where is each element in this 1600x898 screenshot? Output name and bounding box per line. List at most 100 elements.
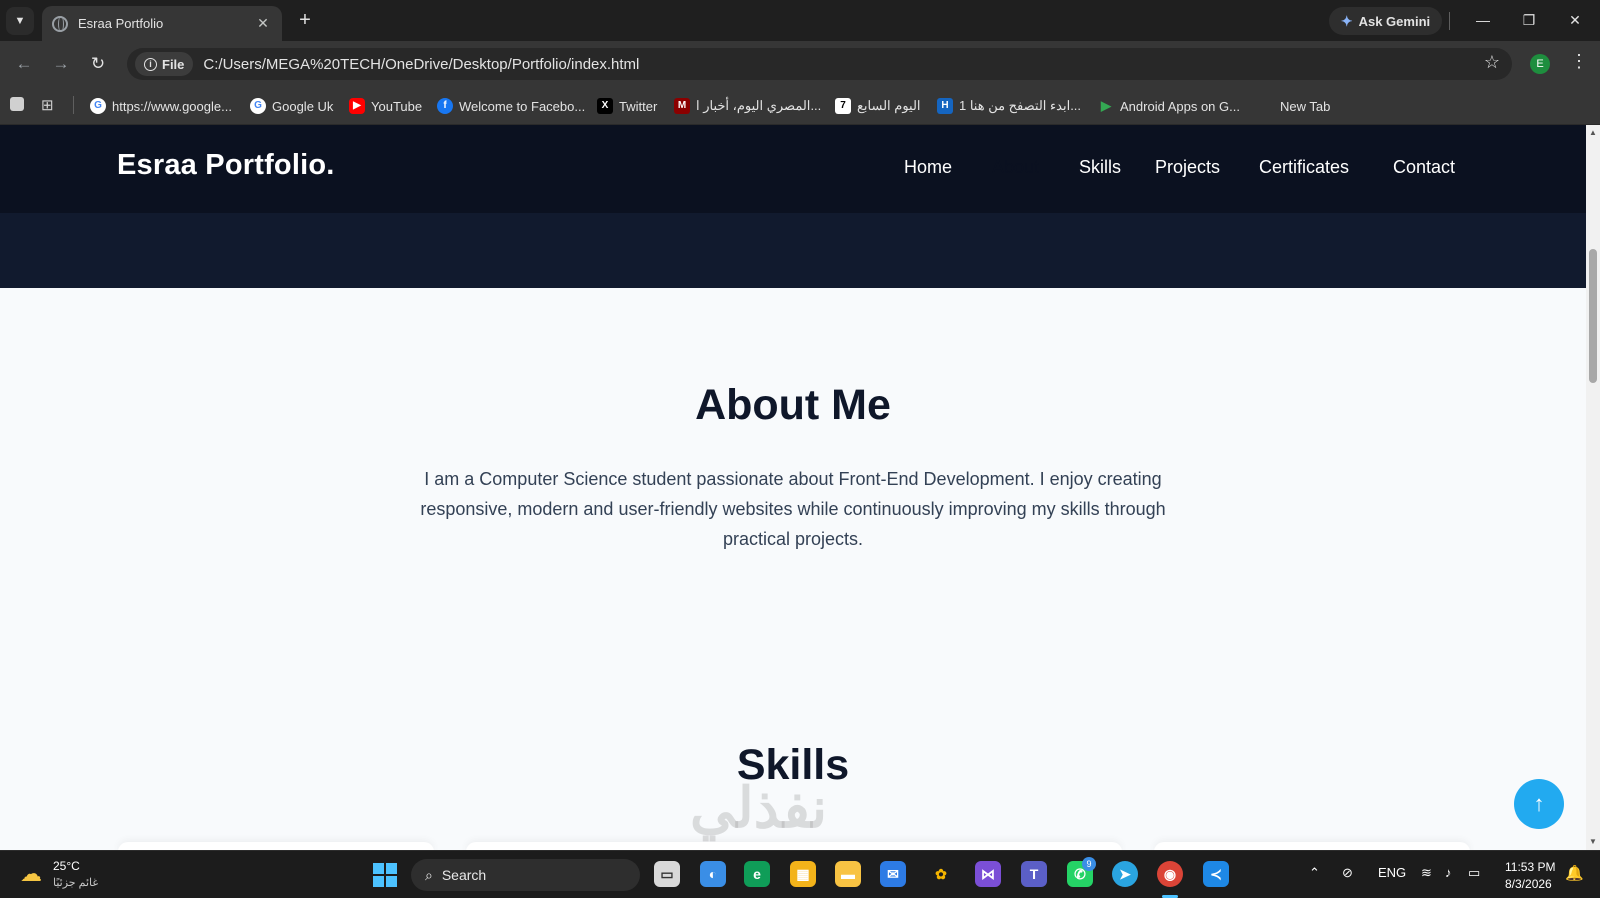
back-arrow-icon[interactable]: ← xyxy=(12,52,36,76)
tab-strip: ▼ Esraa Portfolio ✕ + ✦ Ask Gemini — ❐ ✕ xyxy=(0,0,1600,41)
bookmark-facebook[interactable]: f Welcome to Facebo... xyxy=(437,96,585,116)
chevron-down-icon: ▼ xyxy=(14,15,26,27)
scroll-to-top-button[interactable]: ↑ xyxy=(1514,779,1564,829)
nav-about[interactable]: About xyxy=(992,157,1039,178)
divider xyxy=(1449,12,1450,30)
chrome-icon[interactable]: ◉ xyxy=(1157,861,1183,887)
bookmark-google[interactable]: G https://www.google... xyxy=(90,96,232,116)
sidebar-toggle-icon[interactable] xyxy=(10,97,24,111)
bookmark-star-icon[interactable]: ☆ xyxy=(1484,52,1500,73)
minimize-button[interactable]: — xyxy=(1460,6,1506,34)
url-text[interactable]: C:/Users/MEGA%20TECH/OneDrive/Desktop/Po… xyxy=(203,56,639,73)
telegram-icon[interactable]: ➤ xyxy=(1112,861,1138,887)
nav-certificates[interactable]: Certificates xyxy=(1259,157,1349,178)
bookmark-label: المصري اليوم، أخبار ا... xyxy=(696,98,822,113)
clock-time[interactable]: 11:53 PM xyxy=(1505,860,1555,874)
new-tab-button[interactable]: + xyxy=(293,9,317,33)
bookmark-label: YouTube xyxy=(371,98,423,114)
nav-projects[interactable]: Projects xyxy=(1155,157,1220,178)
address-bar[interactable]: i File C:/Users/MEGA%20TECH/OneDrive/Des… xyxy=(127,48,1512,80)
site-info-chip[interactable]: i File xyxy=(135,52,194,76)
x-logo-icon: X xyxy=(597,98,613,114)
globe-icon xyxy=(52,15,68,32)
about-text: I am a Computer Science student passiona… xyxy=(420,469,1166,549)
battery-icon[interactable]: ▭ xyxy=(1468,865,1480,881)
wifi-icon[interactable]: ≋ xyxy=(1421,865,1432,881)
task-view-icon[interactable]: ▭ xyxy=(654,861,680,887)
onedrive-off-icon[interactable]: ⊘ xyxy=(1342,865,1353,881)
edge-icon[interactable]: e xyxy=(744,861,770,887)
skill-card xyxy=(1154,842,1470,850)
about-title: About Me xyxy=(695,381,891,429)
weather-description[interactable]: غائم جزئيًا xyxy=(53,876,98,889)
menu-kebab-icon[interactable]: ⋮ xyxy=(1570,51,1588,72)
vscode-icon[interactable]: ≺ xyxy=(1203,861,1229,887)
bookmarks-bar: ⊞ G https://www.google... G Google Uk ▶ … xyxy=(0,87,1600,125)
temperature[interactable]: 25°C xyxy=(53,859,80,873)
news-icon: 7 xyxy=(835,98,851,114)
browser-tab[interactable]: Esraa Portfolio ✕ xyxy=(42,6,282,41)
file-explorer-icon[interactable]: ▬ xyxy=(835,861,861,887)
restore-button[interactable]: ❐ xyxy=(1506,6,1552,34)
widgets-icon[interactable]: ◐ xyxy=(700,861,726,887)
ask-gemini-button[interactable]: ✦ Ask Gemini xyxy=(1329,7,1442,35)
bookmark-youtube[interactable]: ▶ YouTube xyxy=(349,96,422,116)
store-icon[interactable]: ▦ xyxy=(790,861,816,887)
bookmark-google-play[interactable]: ▶ Android Apps on G... xyxy=(1098,96,1240,116)
clock-date[interactable]: 8/3/2026 xyxy=(1505,877,1552,891)
skill-card xyxy=(118,842,434,850)
site-logo[interactable]: Esraa Portfolio. xyxy=(117,149,335,182)
taskbar-search[interactable]: ⌕ Search xyxy=(411,859,640,891)
volume-icon[interactable]: ♪ xyxy=(1445,865,1452,880)
chevron-up-icon[interactable]: ⌃ xyxy=(1309,865,1320,881)
bookmark-twitter[interactable]: X Twitter xyxy=(597,96,657,116)
scroll-down-arrow-icon[interactable]: ▼ xyxy=(1589,837,1597,846)
photos-icon[interactable]: ✿ xyxy=(928,861,954,887)
file-label: File xyxy=(162,56,185,72)
divider xyxy=(73,96,74,114)
scroll-up-arrow-icon[interactable]: ▲ xyxy=(1589,128,1597,137)
tab-search-button[interactable]: ▼ xyxy=(6,7,34,35)
reload-icon[interactable]: ↻ xyxy=(86,52,110,76)
bookmark-google-uk[interactable]: G Google Uk xyxy=(250,96,333,116)
bookmark-label: اليوم السابع xyxy=(857,98,921,113)
bookmark-new-tab[interactable]: New Tab xyxy=(1280,96,1330,116)
windows-taskbar: ☁ 25°C غائم جزئيًا ⌕ Search ▭ ◐ e ▦ ▬ ✉ … xyxy=(0,850,1600,898)
close-tab-icon[interactable]: ✕ xyxy=(254,15,272,32)
weather-cloud-icon[interactable]: ☁ xyxy=(20,861,42,887)
windows-start-icon[interactable] xyxy=(373,863,397,887)
google-play-icon: ▶ xyxy=(1101,98,1111,113)
bookmark-almasryalyoum[interactable]: M المصري اليوم، أخبار ا... xyxy=(674,96,821,116)
bookmark-label: ابدء التصفح من هنا 1... xyxy=(959,98,1082,113)
bookmark-label: https://www.google... xyxy=(112,98,232,114)
notification-bell-icon[interactable]: 🔔 xyxy=(1565,864,1584,882)
nav-skills[interactable]: Skills xyxy=(1079,157,1121,178)
site-header: Esraa Portfolio. Home About Skills Proje… xyxy=(0,125,1586,213)
scroll-thumb[interactable] xyxy=(1589,249,1597,383)
teams-icon[interactable]: T xyxy=(1021,861,1047,887)
tab-title: Esraa Portfolio xyxy=(78,16,164,31)
bookmark-label: Twitter xyxy=(619,98,658,114)
language-indicator[interactable]: ENG xyxy=(1378,865,1406,880)
apps-grid-icon[interactable]: ⊞ xyxy=(41,96,54,114)
skill-card xyxy=(466,842,1122,850)
profile-avatar[interactable]: E xyxy=(1530,54,1550,74)
page-viewport: Esraa Portfolio. Home About Skills Proje… xyxy=(0,125,1586,850)
page-scrollbar[interactable]: ▲ ▼ xyxy=(1586,125,1600,850)
google-icon: G xyxy=(250,98,266,114)
nav-home[interactable]: Home xyxy=(904,157,952,178)
search-placeholder: Search xyxy=(441,867,487,883)
nav-contact[interactable]: Contact xyxy=(1393,157,1455,178)
facebook-icon: f xyxy=(437,98,453,114)
search-icon: ⌕ xyxy=(425,866,433,883)
bookmark-start-browsing[interactable]: H ابدء التصفح من هنا 1... xyxy=(937,96,1081,116)
news-icon: M xyxy=(674,98,690,114)
google-icon: G xyxy=(90,98,106,114)
forward-arrow-icon[interactable]: → xyxy=(49,52,73,76)
visual-studio-icon[interactable]: ⋈ xyxy=(975,861,1001,887)
hero-section-bottom xyxy=(0,213,1586,288)
close-window-button[interactable]: ✕ xyxy=(1552,6,1598,34)
bookmark-label: Android Apps on G... xyxy=(1120,98,1240,114)
mail-icon[interactable]: ✉ xyxy=(880,861,906,887)
bookmark-youm7[interactable]: 7 اليوم السابع xyxy=(835,96,921,116)
